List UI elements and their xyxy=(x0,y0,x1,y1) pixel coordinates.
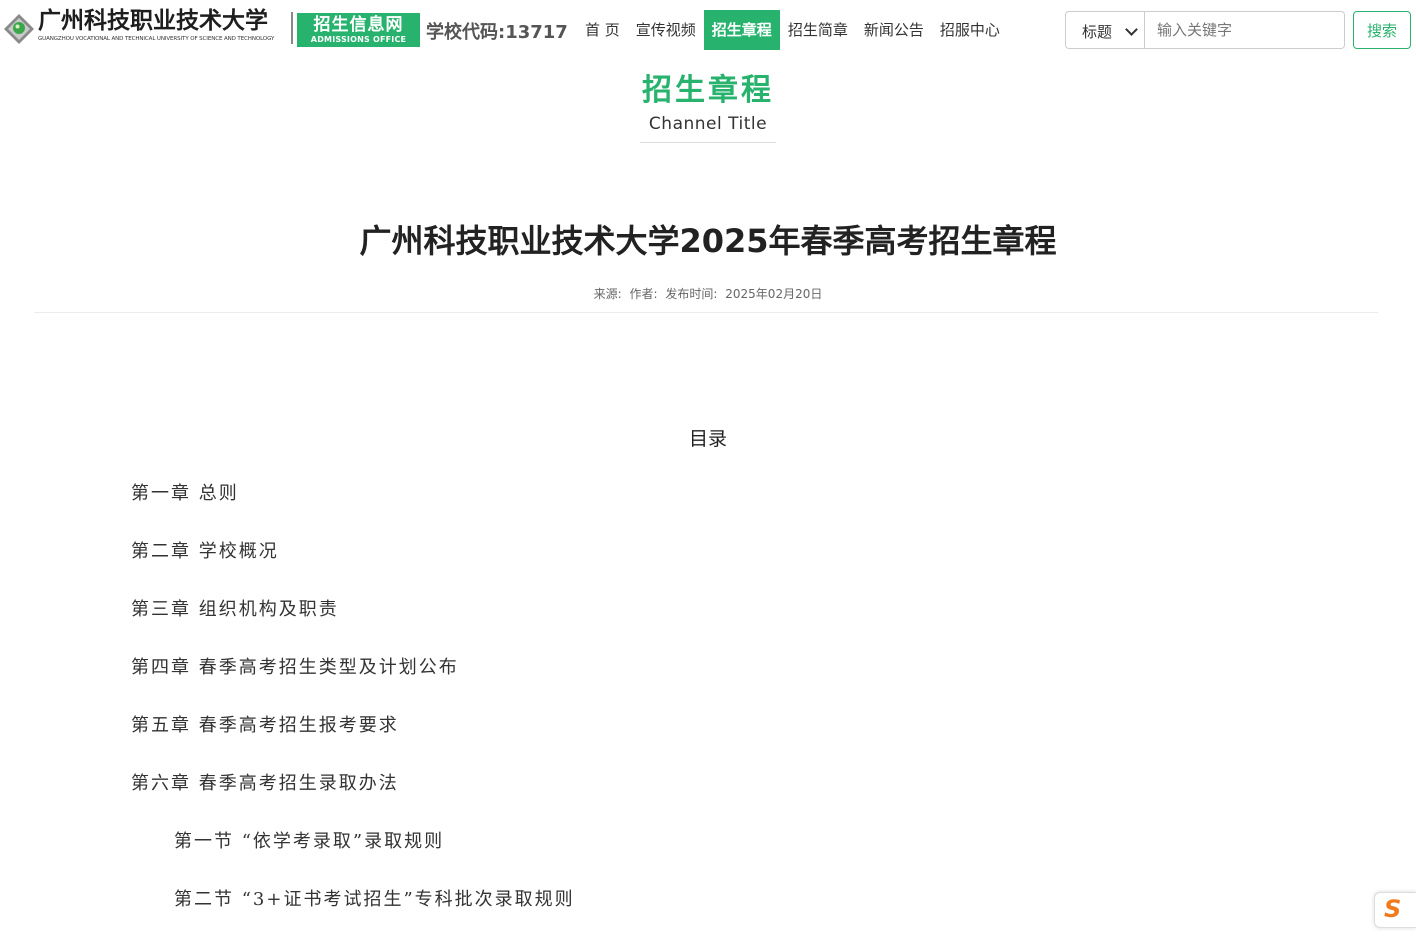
nav-item-service-center[interactable]: 招服中心 xyxy=(932,10,1008,50)
toc-item[interactable]: 第三章 组织机构及职责 xyxy=(131,598,575,656)
article-meta: 来源: 作者: 发布时间: 2025年02月20日 xyxy=(0,285,1416,302)
toc-subitem[interactable]: 第二节 “3+证书考试招生”专科批次录取规则 xyxy=(131,888,575,946)
site-header: 广州科技职业技术大学 GUANGZHOU VOCATIONAL AND TECH… xyxy=(0,0,1416,62)
sogou-s-icon: S xyxy=(1384,895,1402,923)
toc-item[interactable]: 第五章 春季高考招生报考要求 xyxy=(131,714,575,772)
main-nav: 首 页 宣传视频 招生章程 招生简章 新闻公告 招服中心 xyxy=(577,10,1008,50)
nav-item-admission-brochure[interactable]: 招生简章 xyxy=(780,10,856,50)
nav-item-news[interactable]: 新闻公告 xyxy=(856,10,932,50)
admissions-office-cn: 招生信息网 xyxy=(313,15,404,35)
school-name-en: GUANGZHOU VOCATIONAL AND TECHNICAL UNIVE… xyxy=(38,36,275,42)
meta-author-label: 作者: xyxy=(629,287,658,301)
toc-subitem[interactable]: 第一节 “依学考录取”录取规则 xyxy=(131,830,575,888)
logo-divider xyxy=(291,12,293,44)
search-input[interactable] xyxy=(1145,11,1345,49)
search-field-select[interactable]: 标题 xyxy=(1065,11,1145,49)
nav-item-videos[interactable]: 宣传视频 xyxy=(628,10,704,50)
school-logo[interactable]: 广州科技职业技术大学 GUANGZHOU VOCATIONAL AND TECH… xyxy=(38,6,296,43)
school-code: 学校代码:13717 xyxy=(426,22,568,43)
school-emblem-icon[interactable] xyxy=(2,12,36,46)
toc-item[interactable]: 第六章 春季高考招生录取办法 xyxy=(131,772,575,830)
meta-source-label: 来源: xyxy=(593,287,622,301)
sogou-float-widget[interactable]: S xyxy=(1374,892,1416,928)
channel-underline xyxy=(640,142,776,143)
toc-heading: 目录 xyxy=(688,428,727,450)
nav-item-home[interactable]: 首 页 xyxy=(577,10,628,50)
article-title: 广州科技职业技术大学2025年春季高考招生章程 xyxy=(359,222,1057,260)
channel-title-cn: 招生章程 xyxy=(642,73,774,108)
search-select-value: 标题 xyxy=(1082,23,1113,41)
admissions-office-badge[interactable]: 招生信息网 ADMISSIONS OFFICE xyxy=(297,13,420,47)
table-of-contents: 第一章 总则 第二章 学校概况 第三章 组织机构及职责 第四章 春季高考招生类型… xyxy=(131,482,575,946)
channel-header: 招生章程 Channel Title xyxy=(0,70,1416,143)
search-button[interactable]: 搜索 xyxy=(1353,11,1411,49)
nav-item-admission-charter[interactable]: 招生章程 xyxy=(703,10,780,50)
divider xyxy=(34,312,1378,313)
meta-date-value: 2025年02月20日 xyxy=(725,287,823,301)
toc-item[interactable]: 第二章 学校概况 xyxy=(131,540,575,598)
chevron-down-icon xyxy=(1125,23,1138,36)
admissions-office-en: ADMISSIONS OFFICE xyxy=(310,35,407,44)
channel-title-en: Channel Title xyxy=(648,114,768,134)
toc-item[interactable]: 第一章 总则 xyxy=(131,482,575,540)
school-name-cn: 广州科技职业技术大学 xyxy=(38,8,268,34)
meta-date-label: 发布时间: xyxy=(665,287,718,301)
toc-item[interactable]: 第四章 春季高考招生类型及计划公布 xyxy=(131,656,575,714)
